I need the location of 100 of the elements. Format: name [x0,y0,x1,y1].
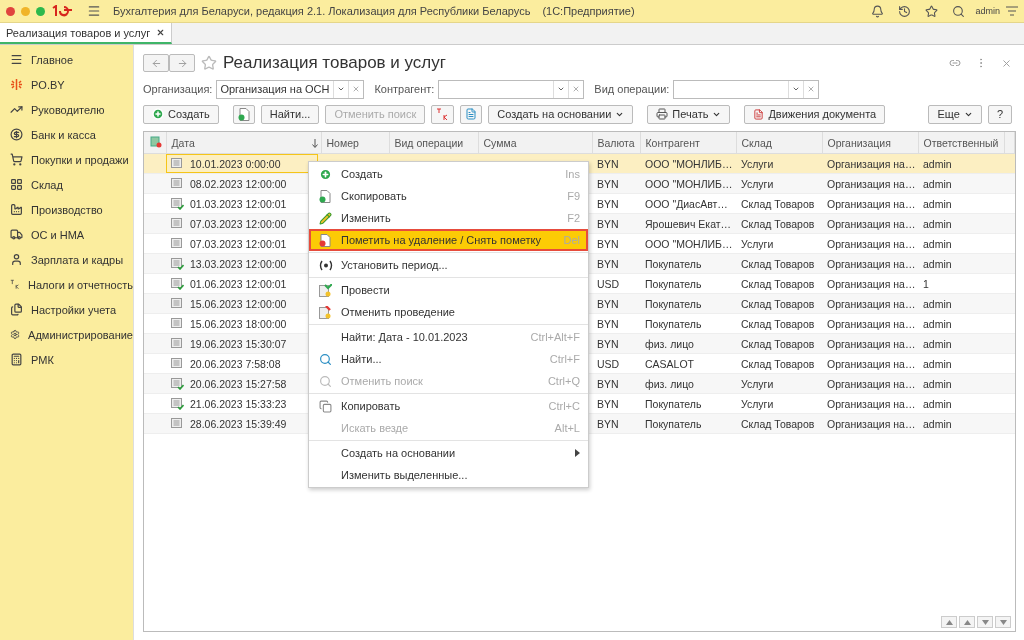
report-icon [753,108,765,120]
table-cell: CASALOT [640,353,736,374]
sidebar-item[interactable]: PO.BY [0,72,133,97]
sidebar-item[interactable]: РМК [0,347,133,372]
more-button[interactable]: Еще [928,104,982,124]
close-dot-icon[interactable] [6,6,15,16]
sidebar-item[interactable]: Банк и касса [0,122,133,147]
coin-icon [10,128,23,141]
column-header[interactable]: Контрагент [640,132,736,154]
table-cell: Склад Товаров [736,213,822,234]
table-cell: admin [918,413,1004,434]
document-icon [171,337,184,350]
menu-item[interactable]: Пометить на удаление / Снять пометку Del [309,229,588,251]
column-header[interactable]: Организация [822,132,918,154]
table-cell: Склад Товаров [736,253,822,274]
filter-icon[interactable] [1006,6,1018,16]
table-cell: ООО "МОНЛИБ… [640,173,736,194]
create-based-button[interactable]: Создать на основании [488,104,634,124]
table-cell: Покупатель [640,313,736,334]
sidebar-item[interactable]: Производство [0,197,133,222]
search-icon [319,374,332,388]
delete-mark-icon [319,233,331,247]
plus-icon [319,167,332,181]
find-button[interactable]: Найти... [260,104,320,124]
cart-icon [10,153,23,166]
help-button[interactable]: ? [987,104,1012,124]
down-arrow-icon [981,619,989,625]
movements-button[interactable]: Движения документа [744,104,886,124]
column-header[interactable]: Номер [321,132,389,154]
menu-icon [10,53,23,66]
pencil-icon [319,211,332,225]
filter-field[interactable]: Организация на ОСН [216,79,365,99]
link-icon[interactable] [949,57,961,69]
column-header[interactable]: Ответственный [918,132,1004,154]
back-button[interactable] [143,54,169,72]
table-cell: admin [918,293,1004,314]
star-icon[interactable] [201,55,217,71]
sidebar-item[interactable]: Склад [0,172,133,197]
table-cell: физ. лицо [640,333,736,354]
table-cell: Склад Товаров [736,193,822,214]
structure-button[interactable] [460,104,483,124]
files-icon [10,303,23,316]
column-header[interactable]: Склад [736,132,822,154]
star-icon[interactable] [925,4,939,18]
table-cell: BYN [592,153,640,174]
column-header[interactable]: Дата [166,132,321,154]
copy-document-icon [237,107,250,121]
menu-item[interactable]: Установить период... [309,254,588,276]
scroll-button[interactable] [977,616,993,628]
sidebar-item[interactable]: Администрирование [0,322,133,347]
column-header[interactable]: Вид операции [389,132,478,154]
clear-icon [572,85,581,93]
document-icon [171,157,184,170]
maximize-dot-icon[interactable] [36,6,45,16]
filter-field[interactable] [673,79,820,99]
user-name[interactable]: admin [975,6,1000,16]
posted-document-icon [171,397,184,410]
table-cell: admin [918,313,1004,334]
table-cell: admin [918,253,1004,274]
sidebar-item[interactable]: Настройки учета [0,297,133,322]
sidebar-item[interactable]: Руководителю [0,97,133,122]
table-cell: Организация на… [822,213,918,234]
sidebar-item[interactable]: Главное [0,47,133,72]
search-icon[interactable] [952,4,966,18]
history-icon[interactable] [898,4,912,18]
document-tab[interactable]: Реализация товаров и услуг [0,23,173,44]
table-cell: Организация на… [822,293,918,314]
minimize-dot-icon[interactable] [21,6,30,16]
table-cell: BYN [592,333,640,354]
table-cell: Организация на… [822,313,918,334]
close-icon[interactable] [156,28,166,37]
scroll-button[interactable] [941,616,957,628]
sidebar-item[interactable]: Налоги и отчетность [0,272,133,297]
print-button[interactable]: Печать [647,104,731,124]
bell-icon[interactable] [871,4,885,18]
menu-icon[interactable] [87,4,101,18]
debit-credit-icon [436,108,450,120]
column-header[interactable]: Валюта [592,132,640,154]
document-icon [171,177,184,190]
table-cell: физ. лицо [640,373,736,394]
create-button[interactable]: Создать [143,104,219,124]
forward-button[interactable] [169,54,195,72]
sidebar-item[interactable]: Покупки и продажи [0,147,133,172]
debit-credit-button[interactable] [431,104,455,124]
column-header[interactable]: Сумма [478,132,592,154]
scroll-button[interactable] [959,616,975,628]
table-cell: Склад Товаров [736,293,822,314]
table-cell: admin [918,333,1004,354]
filter-field[interactable] [438,79,585,99]
sidebar-item[interactable]: Зарплата и кадры [0,247,133,272]
document-icon [171,217,184,230]
table-cell: Организация на… [822,253,918,274]
clear-icon [807,85,816,93]
copy-button[interactable] [232,104,255,124]
table-cell: ООО "МОНЛИБ… [640,233,736,254]
sort-arrow-icon [311,138,318,148]
menu-item[interactable]: Изменить выделенные... [309,464,588,486]
menu-item[interactable]: Создать на основании [309,442,588,464]
scroll-button[interactable] [995,616,1011,628]
sidebar-item[interactable]: ОС и НМА [0,222,133,247]
